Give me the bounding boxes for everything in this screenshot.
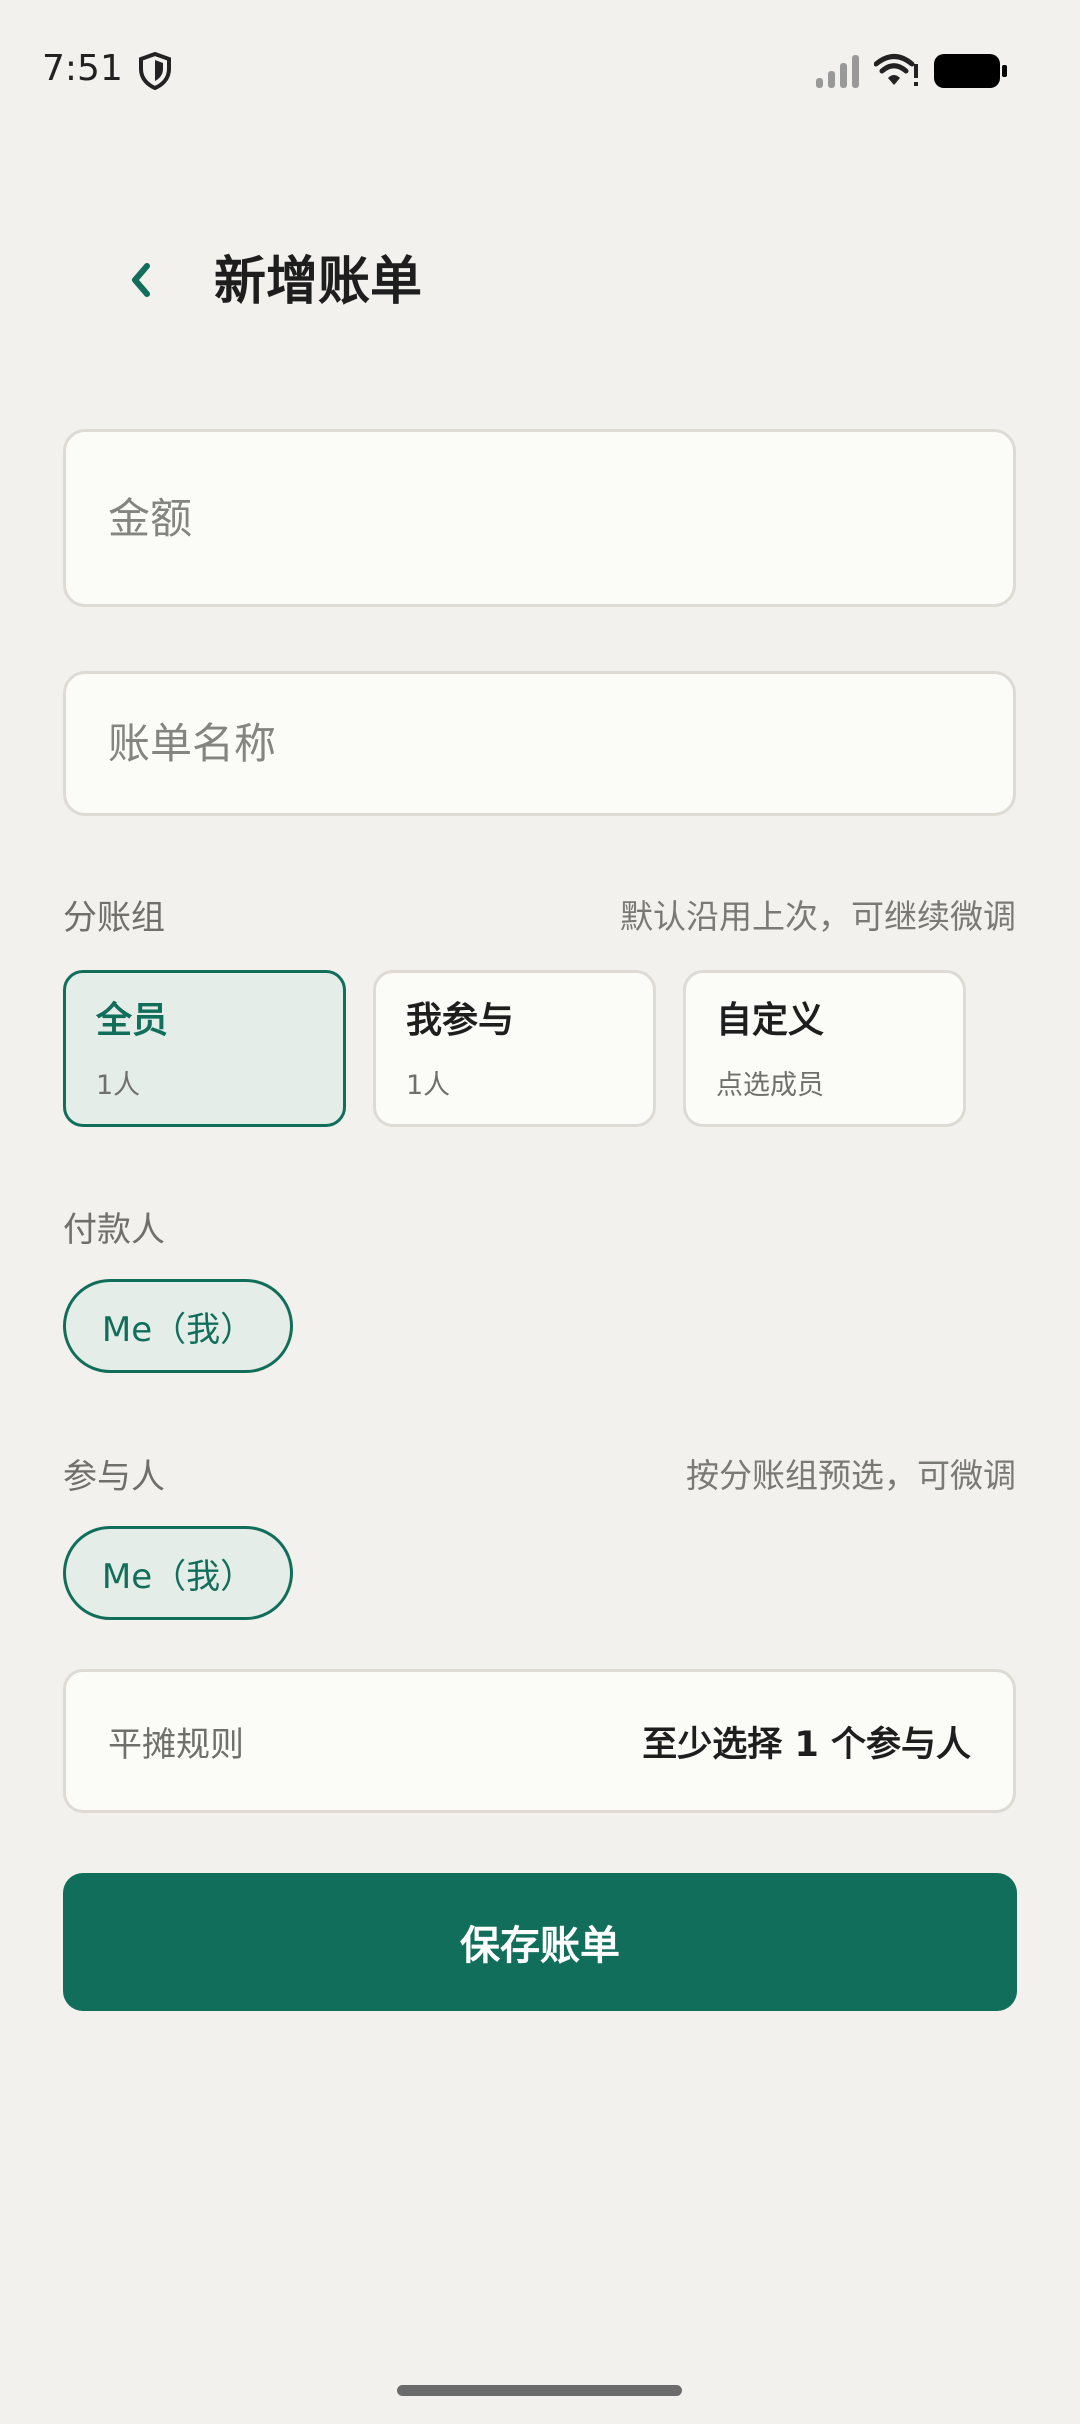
status-time: 7:51 — [42, 48, 123, 89]
chevron-left-icon — [127, 260, 153, 304]
option-subtitle: 点选成员 — [716, 1070, 824, 1101]
split-group-option-involved[interactable]: 我参与 1人 — [373, 970, 656, 1127]
split-rule-label: 平摊规则 — [108, 1724, 244, 1765]
shield-icon — [138, 51, 172, 91]
option-title: 我参与 — [406, 1000, 515, 1041]
status-bar: 7:51 — [0, 0, 1080, 140]
bill-name-field[interactable] — [63, 671, 1016, 816]
split-rule-value: 至少选择 1 个参与人 — [642, 1724, 971, 1765]
payer-chip-me[interactable]: Me（我） — [63, 1279, 293, 1373]
wifi-icon — [873, 52, 920, 90]
split-group-option-all[interactable]: 全员 1人 — [63, 970, 346, 1127]
split-group-label: 分账组 — [63, 898, 165, 938]
split-group-option-custom[interactable]: 自定义 点选成员 — [683, 970, 966, 1127]
battery-icon — [934, 54, 1008, 88]
participants-hint: 按分账组预选，可微调 — [686, 1456, 1016, 1495]
amount-field[interactable] — [63, 429, 1016, 607]
save-bill-button[interactable]: 保存账单 — [63, 1873, 1017, 2011]
signal-icon — [814, 52, 862, 90]
page-title: 新增账单 — [214, 252, 423, 312]
split-group-hint: 默认沿用上次，可继续微调 — [620, 897, 1016, 936]
participants-label: 参与人 — [63, 1457, 165, 1497]
option-subtitle: 1人 — [406, 1070, 451, 1101]
amount-input[interactable] — [106, 492, 1013, 544]
option-subtitle: 1人 — [96, 1070, 141, 1101]
option-title: 自定义 — [716, 1000, 825, 1041]
home-indicator[interactable] — [397, 2385, 682, 2396]
option-title: 全员 — [96, 1000, 169, 1041]
add-bill-screen: 7:51 新增账单 金额 账单名称 分账组 默认沿用上次，可继续微调 全员 1人… — [0, 0, 1080, 2424]
participant-chip-me[interactable]: Me（我） — [63, 1526, 293, 1620]
back-button[interactable] — [110, 252, 170, 312]
bill-name-input[interactable] — [106, 718, 1013, 769]
split-rule-row[interactable]: 平摊规则 至少选择 1 个参与人 — [63, 1669, 1016, 1813]
payer-label: 付款人 — [63, 1210, 165, 1250]
